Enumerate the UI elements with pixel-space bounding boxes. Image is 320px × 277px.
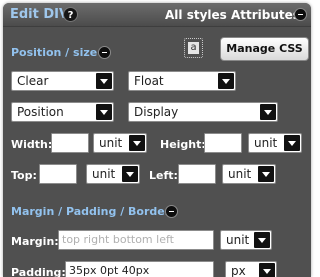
code-view-icon[interactable]: a: [184, 38, 203, 58]
collapse-position-size-minus-icon[interactable]: [98, 46, 111, 59]
top-unit-value: unit: [92, 167, 116, 181]
margin-unit-select[interactable]: unit: [220, 230, 272, 250]
height-label: Height:: [160, 138, 206, 151]
all-styles-link[interactable]: All styles: [165, 8, 227, 22]
float-select[interactable]: Float: [128, 71, 236, 91]
collapse-margin-padding-border-minus-icon[interactable]: [165, 205, 178, 218]
height-input[interactable]: [204, 133, 242, 153]
manage-css-button[interactable]: Manage CSS: [220, 37, 309, 61]
code-view-glyph: a: [188, 42, 199, 54]
margin-input[interactable]: top right bottom left: [58, 230, 214, 250]
position-select[interactable]: Position: [11, 102, 114, 122]
clear-select[interactable]: Clear: [11, 71, 114, 91]
dropdown-arrow-icon[interactable]: [259, 263, 275, 277]
collapse-panel-minus-icon[interactable]: [294, 8, 307, 21]
dropdown-arrow-icon[interactable]: [122, 166, 138, 182]
height-unit-value: unit: [254, 136, 278, 150]
display-select-value: Display: [134, 105, 179, 119]
dropdown-arrow-icon[interactable]: [218, 73, 234, 89]
edit-div-panel: Edit DIV ? All styles Attributes Positio…: [3, 3, 311, 277]
height-unit-select[interactable]: unit: [248, 133, 302, 153]
position-size-section-title: Position / size: [11, 46, 98, 59]
top-input[interactable]: [39, 164, 77, 184]
top-label: Top:: [11, 169, 37, 182]
float-select-value: Float: [134, 74, 164, 88]
help-icon[interactable]: ?: [63, 7, 78, 22]
dropdown-arrow-icon[interactable]: [96, 73, 112, 89]
left-label: Left:: [149, 169, 178, 182]
left-unit-value: unit: [228, 167, 252, 181]
display-select[interactable]: Display: [128, 102, 278, 122]
width-input[interactable]: [51, 133, 89, 153]
padding-label: Padding:: [11, 266, 66, 277]
dropdown-arrow-icon[interactable]: [258, 166, 274, 182]
left-unit-select[interactable]: unit: [222, 164, 276, 184]
dropdown-arrow-icon[interactable]: [129, 135, 145, 151]
padding-unit-select[interactable]: px: [225, 261, 277, 277]
panel-title: Edit DIV: [10, 7, 70, 22]
left-input[interactable]: [178, 164, 216, 184]
margin-label: Margin:: [11, 235, 59, 248]
margin-padding-border-section-title: Margin / Padding / Border: [11, 205, 171, 218]
padding-unit-value: px: [231, 264, 246, 277]
width-unit-select[interactable]: unit: [93, 133, 147, 153]
dropdown-arrow-icon[interactable]: [260, 104, 276, 120]
width-unit-value: unit: [99, 136, 123, 150]
dropdown-arrow-icon[interactable]: [254, 232, 270, 248]
dropdown-arrow-icon[interactable]: [96, 104, 112, 120]
clear-select-value: Clear: [17, 74, 49, 88]
dropdown-arrow-icon[interactable]: [284, 135, 300, 151]
margin-unit-value: unit: [226, 233, 250, 247]
position-select-value: Position: [17, 105, 64, 119]
panel-title-bar: Edit DIV ? All styles Attributes: [3, 3, 311, 27]
attributes-link[interactable]: Attributes: [231, 8, 300, 22]
padding-input[interactable]: 35px 0pt 40px: [65, 261, 214, 277]
width-label: Width:: [11, 138, 53, 151]
top-unit-select[interactable]: unit: [86, 164, 140, 184]
